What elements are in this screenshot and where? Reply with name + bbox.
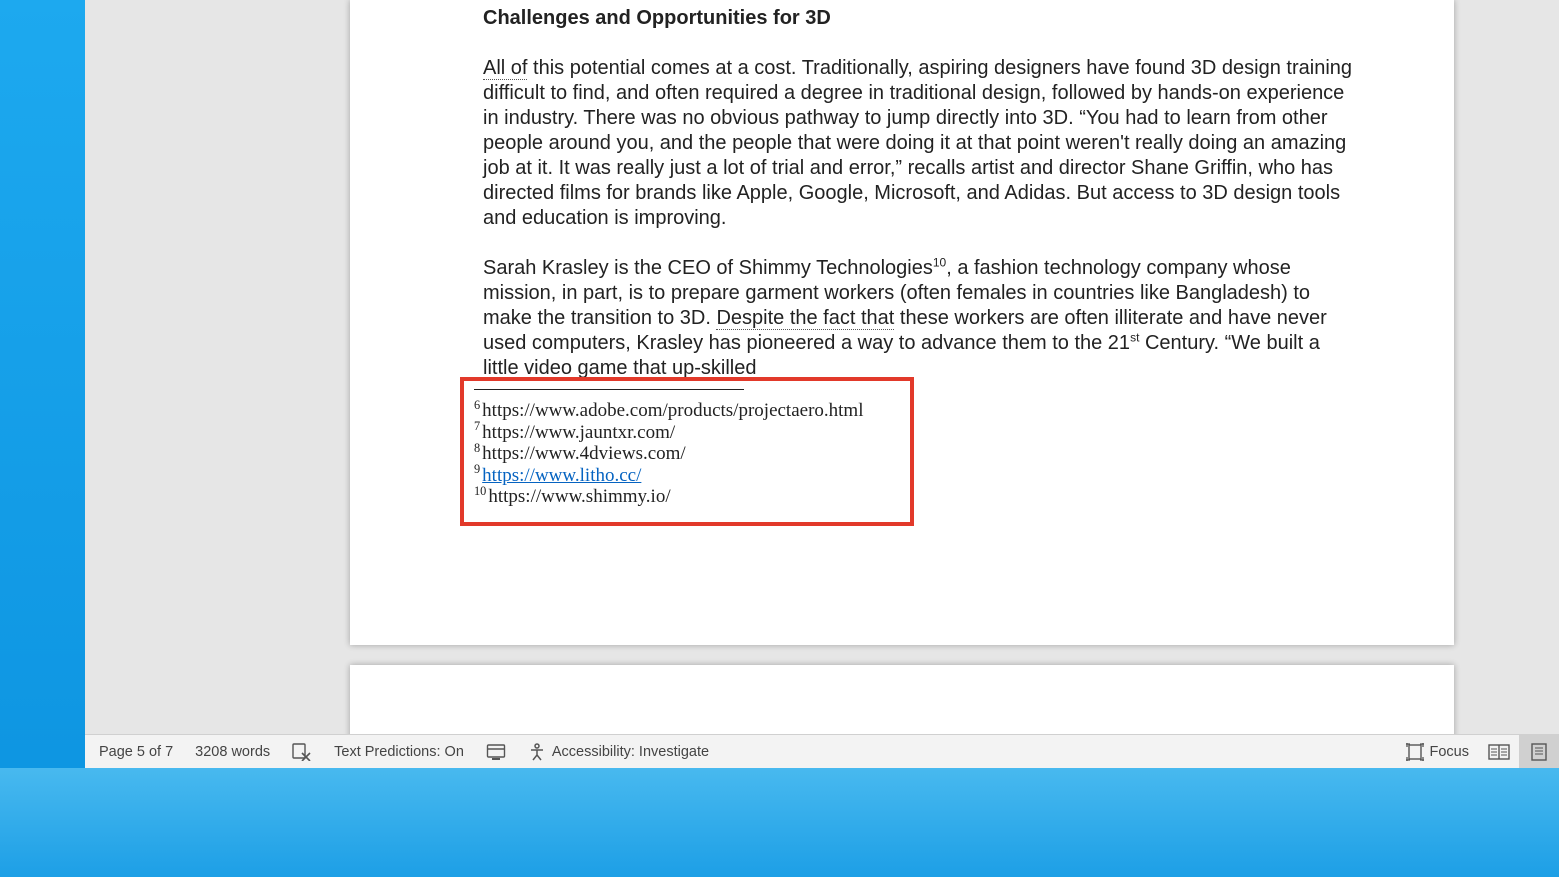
grammar-underline[interactable]: Despite the fact that [716, 307, 894, 330]
footnote-text[interactable]: https://www.4dviews.com/ [482, 443, 686, 464]
footnote-number: 9 [474, 462, 482, 476]
focus-label: Focus [1430, 744, 1470, 760]
footnote-number: 7 [474, 419, 482, 433]
footnote-row[interactable]: 10https://www.shimmy.io/ [474, 486, 900, 508]
document-next-page[interactable] [350, 665, 1454, 735]
page-number-status[interactable]: Page 5 of 7 [99, 744, 173, 760]
body-paragraph-2[interactable]: Sarah Krasley is the CEO of Shimmy Techn… [483, 256, 1359, 381]
status-left-group: Page 5 of 7 3208 words Text Predictions:… [85, 743, 709, 761]
document-page[interactable]: Challenges and Opportunities for 3D All … [350, 0, 1454, 645]
ordinal-superscript: st [1130, 330, 1139, 344]
status-right-group: Focus [1396, 735, 1559, 768]
document-workspace[interactable]: Challenges and Opportunities for 3D All … [85, 0, 1559, 735]
footnote-row[interactable]: 7https://www.jauntxr.com/ [474, 422, 900, 444]
desktop-background-bottom [0, 768, 1559, 877]
accessibility-label: Accessibility: Investigate [552, 744, 709, 760]
section-heading[interactable]: Challenges and Opportunities for 3D [483, 6, 1359, 31]
paragraph-text: this potential comes at a cost. Traditio… [483, 57, 1352, 229]
display-settings-icon[interactable] [486, 743, 506, 761]
print-layout-button[interactable] [1519, 735, 1559, 768]
footnote-row[interactable]: 9https://www.litho.cc/ [474, 465, 900, 487]
footnote-number: 6 [474, 398, 482, 412]
desktop-background-left [0, 0, 85, 877]
footnotes-highlight-box[interactable]: 6https://www.adobe.com/products/projecta… [460, 377, 914, 526]
paragraph-text: Sarah Krasley is the CEO of Shimmy Techn… [483, 257, 933, 279]
footnote-text[interactable]: https://www.adobe.com/products/projectae… [482, 400, 863, 421]
text-predictions-status[interactable]: Text Predictions: On [334, 744, 464, 760]
word-window: Challenges and Opportunities for 3D All … [85, 0, 1559, 768]
grammar-underline[interactable]: All of [483, 57, 527, 80]
page-content: Challenges and Opportunities for 3D All … [483, 6, 1359, 406]
footnote-row[interactable]: 8https://www.4dviews.com/ [474, 443, 900, 465]
footnote-text[interactable]: https://www.jauntxr.com/ [482, 422, 675, 443]
accessibility-status[interactable]: Accessibility: Investigate [528, 743, 709, 761]
footnote-number: 10 [474, 484, 488, 498]
footnote-separator [474, 389, 744, 390]
footnote-text[interactable]: https://www.shimmy.io/ [488, 486, 670, 507]
status-bar: Page 5 of 7 3208 words Text Predictions:… [85, 734, 1559, 768]
read-mode-button[interactable] [1479, 735, 1519, 768]
spelling-check-icon[interactable] [292, 743, 312, 761]
footnote-reference[interactable]: 10 [933, 255, 946, 269]
footnote-number: 8 [474, 441, 482, 455]
word-count-status[interactable]: 3208 words [195, 744, 270, 760]
footnote-row[interactable]: 6https://www.adobe.com/products/projecta… [474, 400, 900, 422]
focus-mode-button[interactable]: Focus [1396, 735, 1480, 768]
footnote-hyperlink[interactable]: https://www.litho.cc/ [482, 465, 641, 486]
body-paragraph-1[interactable]: All of this potential comes at a cost. T… [483, 56, 1359, 231]
